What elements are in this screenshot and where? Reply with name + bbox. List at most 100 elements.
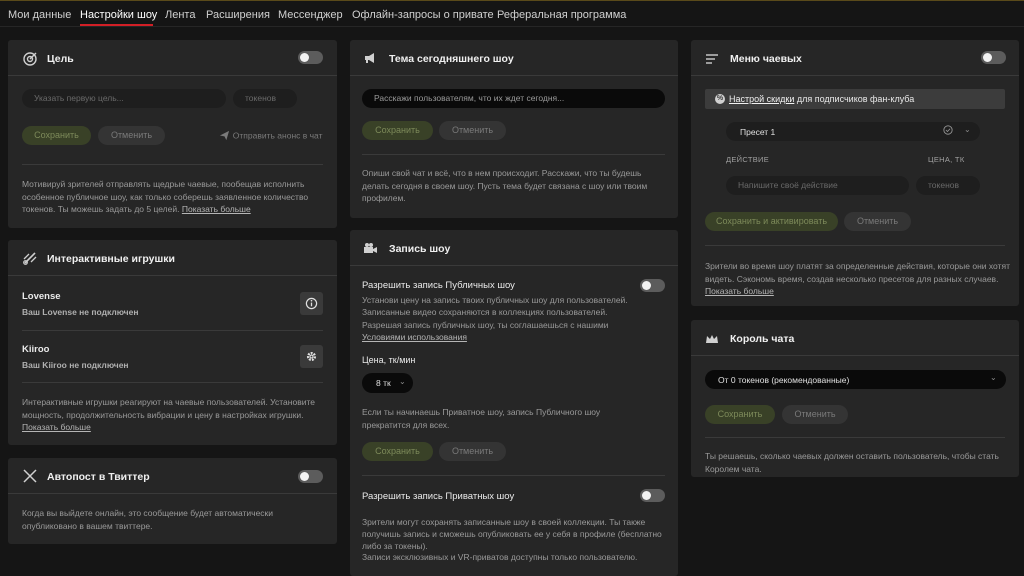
chevron-down-icon: ⌄ — [990, 373, 997, 382]
kiiroo-name: Kiiroo — [22, 344, 50, 355]
check-circle-icon — [943, 125, 953, 135]
tips-menu-description: Зрители во время шоу платят за определен… — [705, 260, 1010, 298]
tips-menu-card: Меню чаевых % Настрой скидки для подписч… — [691, 40, 1019, 306]
twitter-card: Автопост в Твиттер Когда вы выйдете онла… — [8, 458, 337, 544]
king-cancel-button[interactable]: Отменить — [782, 405, 848, 424]
topic-title: Тема сегодняшнего шоу — [389, 53, 514, 65]
toys-card: Интерактивные игрушки Lovense Ваш Lovens… — [8, 240, 337, 445]
kiiroo-settings-button[interactable] — [300, 345, 323, 368]
send-announce-label: Отправить анонс в чат — [232, 130, 323, 141]
megaphone-icon — [362, 50, 378, 66]
video-camera-icon — [362, 240, 378, 256]
topic-divider — [362, 154, 665, 155]
gear-icon — [306, 351, 317, 362]
goal-title: Цель — [47, 53, 74, 65]
twitter-toggle[interactable] — [298, 470, 323, 483]
public-recording-desc-text: Установи цену на запись твоих публичных … — [362, 295, 628, 330]
king-card: Король чата От 0 токенов (рекомендованны… — [691, 320, 1019, 477]
goal-cancel-button[interactable]: Отменить — [98, 126, 165, 145]
public-recording-toggle[interactable] — [640, 279, 665, 292]
toys-description: Интерактивные игрушки реагируют на чаевы… — [22, 396, 322, 434]
tab-messenger[interactable]: Мессенджер — [278, 9, 343, 21]
tab-show-settings[interactable]: Настройки шоу — [80, 9, 157, 21]
king-divider — [705, 437, 1005, 438]
menu-lines-icon — [704, 51, 720, 67]
percent-icon: % — [715, 94, 725, 104]
public-recording-label: Разрешить запись Публичных шоу — [362, 280, 515, 291]
preset-name: Пресет 1 — [740, 127, 776, 137]
tab-my-data[interactable]: Мои данные — [8, 9, 71, 21]
private-recording-description: Зрители могут сохранять записанные шоу в… — [362, 517, 662, 551]
toys-title: Интерактивные игрушки — [47, 253, 175, 265]
goal-save-button[interactable]: Сохранить — [22, 126, 91, 145]
public-recording-description: Установи цену на запись твоих публичных … — [362, 294, 632, 343]
discount-banner: % Настрой скидки для подписчиков фан-клу… — [705, 89, 1005, 109]
goal-card: Цель Указать первую цель... токенов Сохр… — [8, 40, 337, 228]
x-logo-icon — [22, 468, 38, 484]
tips-menu-toggle[interactable] — [981, 51, 1006, 64]
preset-select[interactable]: Пресет 1 ⌄ — [726, 122, 980, 141]
target-icon — [22, 51, 38, 67]
toys-divider-2 — [22, 382, 323, 383]
toys-divider-1 — [22, 330, 323, 331]
tips-menu-cancel-button[interactable]: Отменить — [844, 212, 911, 231]
topic-input[interactable]: Расскажи пользователям, что их ждет сего… — [362, 89, 665, 108]
goal-toggle[interactable] — [298, 51, 323, 64]
toys-desc-text: Интерактивные игрушки реагируют на чаевы… — [22, 397, 315, 420]
topic-description: Опиши свой чат и всё, что в нем происход… — [362, 168, 648, 203]
vr-note: Записи эксклюзивных и VR-приватов доступ… — [362, 552, 638, 562]
tips-menu-title: Меню чаевых — [730, 53, 802, 65]
price-column-header: ЦЕНА, ТК — [928, 155, 965, 164]
topic-cancel-button[interactable]: Отменить — [439, 121, 506, 140]
price-value: 8 тк — [376, 378, 391, 388]
tip-action-input[interactable]: Напишите своё действие — [726, 176, 909, 195]
terms-of-use-link[interactable]: Условиями использования — [362, 332, 467, 342]
recording-divider — [362, 475, 665, 476]
tips-menu-divider — [705, 245, 1005, 246]
discount-text: для подписчиков фан-клуба — [796, 94, 915, 104]
goal-divider — [22, 164, 323, 165]
recording-card: Запись шоу Разрешить запись Публичных шо… — [350, 230, 678, 576]
goal-show-more-link[interactable]: Показать больше — [182, 204, 251, 214]
save-and-activate-button[interactable]: Сохранить и активировать — [705, 212, 838, 231]
lovense-name: Lovense — [22, 291, 61, 302]
kiiroo-status: Ваш Kiiroo не подключен — [22, 360, 129, 370]
private-show-note: Если ты начинаешь Приватное шоу, запись … — [362, 407, 601, 430]
price-select[interactable]: 8 тк ⌄ — [362, 373, 413, 393]
king-threshold-value: От 0 токенов (рекомендованные) — [718, 375, 850, 385]
goal-tokens-input[interactable]: токенов — [233, 89, 297, 108]
lovense-status: Ваш Lovense не подключен — [22, 307, 139, 317]
tip-price-input[interactable]: токенов — [916, 176, 980, 195]
private-recording-toggle[interactable] — [640, 489, 665, 502]
tips-menu-show-more-link[interactable]: Показать больше — [705, 286, 774, 296]
tab-referral[interactable]: Реферальная программа — [497, 9, 626, 21]
interactive-toy-icon — [22, 250, 38, 266]
recording-cancel-button[interactable]: Отменить — [439, 442, 506, 461]
king-threshold-select[interactable]: От 0 токенов (рекомендованные) ⌄ — [705, 370, 1006, 389]
action-column-header: ДЕЙСТВИЕ — [726, 155, 770, 164]
toys-show-more-link[interactable]: Показать больше — [22, 422, 91, 432]
chevron-down-icon: ⌄ — [964, 125, 971, 134]
price-label: Цена, тк/мин — [362, 355, 416, 365]
king-title: Король чата — [730, 333, 795, 345]
crown-icon — [704, 331, 720, 347]
recording-save-button[interactable]: Сохранить — [362, 442, 433, 461]
twitter-description: Когда вы выйдете онлайн, это сообщение б… — [22, 508, 274, 531]
recording-title: Запись шоу — [389, 243, 451, 255]
tab-extensions[interactable]: Расширения — [206, 9, 270, 21]
tab-offline-requests[interactable]: Офлайн-запросы о привате — [352, 9, 494, 21]
lovense-info-button[interactable] — [300, 292, 323, 315]
discount-settings-link[interactable]: Настрой скидки — [729, 94, 794, 104]
king-save-button[interactable]: Сохранить — [705, 405, 775, 424]
goal-desc-text: Мотивируй зрителей отправлять щедрые чае… — [22, 179, 309, 214]
settings-nav: Мои данные Настройки шоу Лента Расширени… — [0, 0, 1024, 27]
tips-menu-desc-text: Зрители во время шоу платят за определен… — [705, 261, 1010, 284]
topic-card: Тема сегодняшнего шоу Расскажи пользоват… — [350, 40, 678, 218]
tab-feed[interactable]: Лента — [165, 9, 195, 21]
active-tab-indicator — [80, 24, 153, 26]
topic-save-button[interactable]: Сохранить — [362, 121, 433, 140]
info-icon — [305, 297, 318, 310]
send-announce-button[interactable]: Отправить анонс в чат — [219, 130, 322, 142]
king-description: Ты решаешь, сколько чаевых должен остави… — [705, 451, 999, 474]
goal-input[interactable]: Указать первую цель... — [22, 89, 226, 108]
